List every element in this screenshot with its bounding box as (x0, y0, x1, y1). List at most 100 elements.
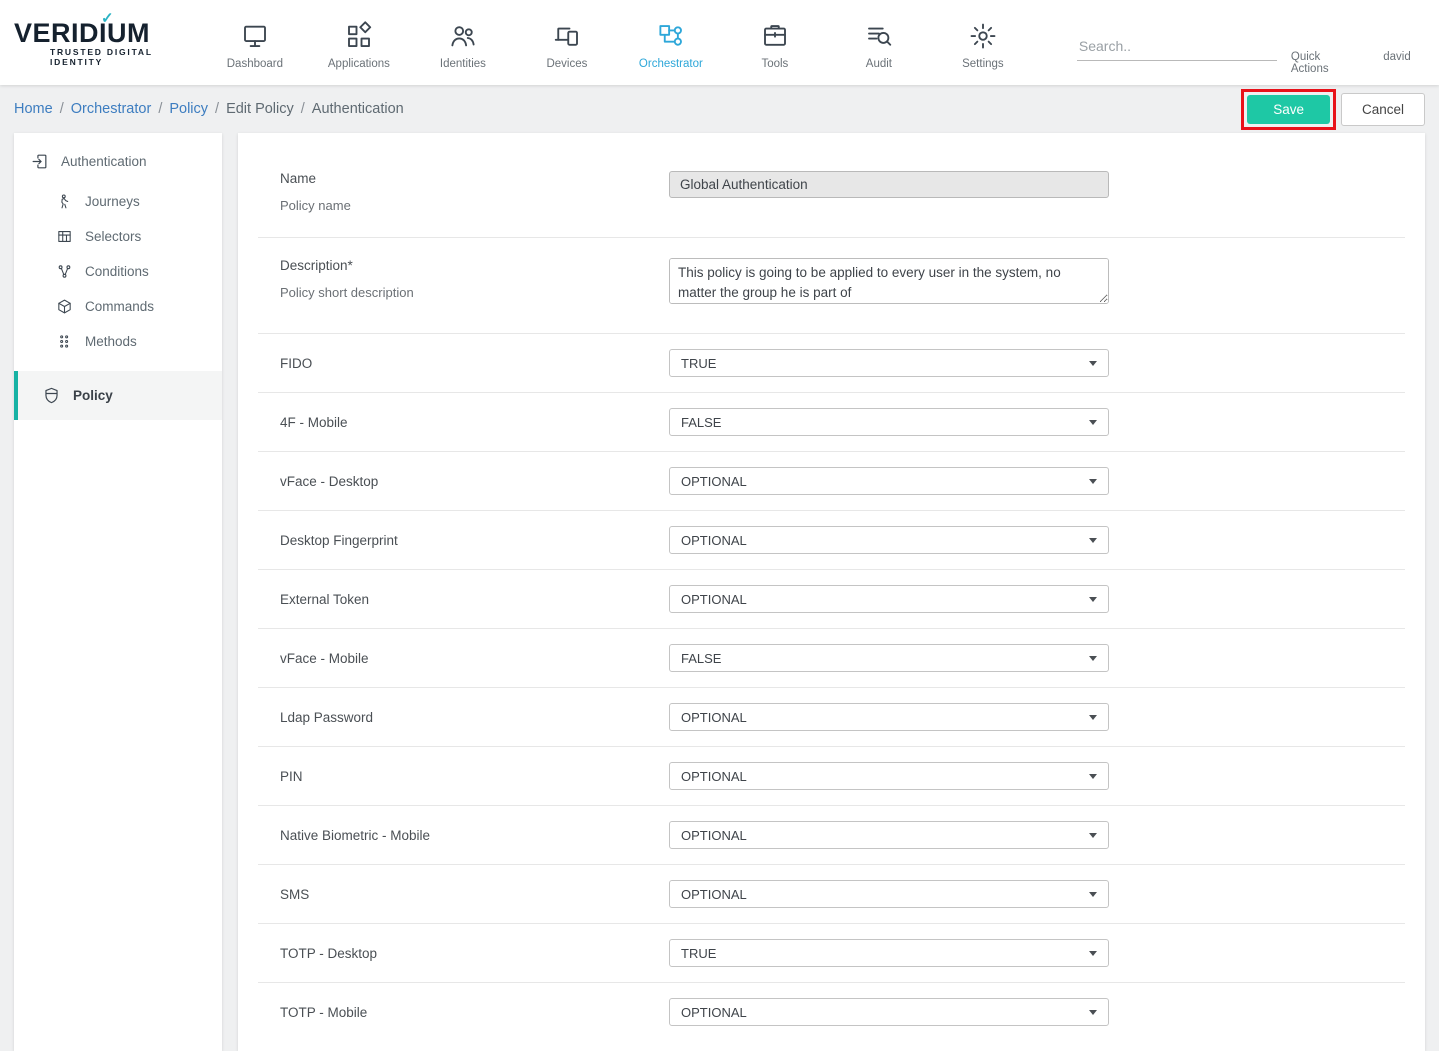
ldap-password-select[interactable]: OPTIONAL (669, 703, 1109, 731)
search-box (1047, 24, 1277, 61)
nav-item-settings[interactable]: Settings (931, 15, 1035, 70)
field-label: TOTP - Desktop (280, 946, 669, 961)
fido-select[interactable]: TRUE (669, 349, 1109, 377)
chevron-down-icon (1089, 774, 1097, 779)
sidebar-item-authentication[interactable]: Authentication (14, 139, 222, 184)
breadcrumb-item-home[interactable]: Home (14, 101, 53, 117)
breadcrumb-item-edit-policy: Edit Policy (226, 101, 294, 117)
field-labels: SMS (258, 887, 669, 902)
top-bar: VERIDIUM ✓ TRUSTED DIGITAL IDENTITY Dash… (0, 0, 1439, 85)
nav-item-identities[interactable]: Identities (411, 15, 515, 70)
selectors-icon (56, 228, 73, 245)
description-textarea[interactable] (669, 258, 1109, 304)
save-button[interactable]: Save (1247, 95, 1330, 124)
field-control: OPTIONAL (669, 998, 1109, 1026)
form-row-totp-mobile: TOTP - Mobile OPTIONAL (258, 983, 1405, 1041)
sidebar-item-label: Selectors (85, 229, 141, 244)
form-row-external-token: External Token OPTIONAL (258, 570, 1405, 629)
field-labels: vFace - Desktop (258, 474, 669, 489)
sidebar-item-conditions[interactable]: Conditions (14, 254, 222, 289)
breadcrumb-item-authentication: Authentication (312, 101, 404, 117)
field-labels: TOTP - Desktop (258, 946, 669, 961)
field-label: Name (280, 171, 669, 186)
quick-actions-button[interactable]: Quick Actions (1277, 10, 1369, 75)
orchestrator-icon (656, 21, 686, 51)
field-label: TOTP - Mobile (280, 1005, 669, 1020)
nav-item-dashboard[interactable]: Dashboard (203, 15, 307, 70)
select-value: OPTIONAL (681, 1005, 747, 1020)
search-input[interactable] (1077, 32, 1277, 61)
breadcrumb-separator: / (215, 101, 219, 117)
dashboard-icon (240, 21, 270, 51)
native-biometric-mobile-select[interactable]: OPTIONAL (669, 821, 1109, 849)
vface-mobile-select[interactable]: FALSE (669, 644, 1109, 672)
methods-icon (56, 333, 73, 350)
nav-label: Dashboard (227, 58, 283, 70)
field-control: OPTIONAL (669, 703, 1109, 731)
chevron-down-icon (1089, 715, 1097, 720)
4f-mobile-select[interactable]: FALSE (669, 408, 1109, 436)
commands-icon (56, 298, 73, 315)
field-control: OPTIONAL (669, 585, 1109, 613)
totp-desktop-select[interactable]: TRUE (669, 939, 1109, 967)
logo-check-icon: ✓ (101, 9, 114, 27)
policy-icon (42, 386, 61, 405)
field-label: vFace - Mobile (280, 651, 669, 666)
brand-logo[interactable]: VERIDIUM ✓ TRUSTED DIGITAL IDENTITY (14, 18, 203, 67)
field-control (669, 171, 1109, 198)
breadcrumb-item-policy[interactable]: Policy (169, 101, 208, 117)
field-label: External Token (280, 592, 669, 607)
vface-desktop-select[interactable]: OPTIONAL (669, 467, 1109, 495)
form-rows: Name Policy name Description*Policy short … (258, 151, 1405, 1041)
pin-select[interactable]: OPTIONAL (669, 762, 1109, 790)
nav-item-tools[interactable]: Tools (723, 15, 827, 70)
sidebar-item-commands[interactable]: Commands (14, 289, 222, 324)
nav-item-orchestrator[interactable]: Orchestrator (619, 15, 723, 70)
field-control: OPTIONAL (669, 821, 1109, 849)
sidebar-item-selectors[interactable]: Selectors (14, 219, 222, 254)
cancel-button[interactable]: Cancel (1341, 93, 1425, 126)
field-labels: Description*Policy short description (258, 258, 669, 300)
nav-label: Audit (866, 58, 892, 70)
sidebar-item-label: Methods (85, 334, 137, 349)
field-sublabel: Policy name (280, 198, 669, 213)
chevron-down-icon (1089, 479, 1097, 484)
field-control: OPTIONAL (669, 467, 1109, 495)
sidebar-item-policy[interactable]: Policy (14, 371, 222, 420)
breadcrumb-item-orchestrator[interactable]: Orchestrator (71, 101, 152, 117)
settings-icon (968, 21, 998, 51)
nav-item-devices[interactable]: Devices (515, 15, 619, 70)
field-labels: 4F - Mobile (258, 415, 669, 430)
sidebar-item-methods[interactable]: Methods (14, 324, 222, 359)
desktop-fingerprint-select[interactable]: OPTIONAL (669, 526, 1109, 554)
form-row-ldap-password: Ldap PasswordOPTIONAL (258, 688, 1405, 747)
select-value: OPTIONAL (681, 592, 747, 607)
sidebar-item-label: Authentication (61, 154, 147, 169)
sms-select[interactable]: OPTIONAL (669, 880, 1109, 908)
select-value: TRUE (681, 356, 716, 371)
user-menu[interactable]: david (1369, 10, 1425, 75)
sidebar-item-journeys[interactable]: Journeys (14, 184, 222, 219)
nav-item-audit[interactable]: Audit (827, 15, 931, 70)
field-control: OPTIONAL (669, 880, 1109, 908)
nav-item-applications[interactable]: Applications (307, 15, 411, 70)
field-labels: FIDO (258, 356, 669, 371)
field-control: TRUE (669, 939, 1109, 967)
field-label: Native Biometric - Mobile (280, 828, 669, 843)
totp-mobile-select[interactable]: OPTIONAL (669, 998, 1109, 1026)
form-row-4f-mobile: 4F - MobileFALSE (258, 393, 1405, 452)
external-token-select[interactable]: OPTIONAL (669, 585, 1109, 613)
sidebar-item-label: Journeys (85, 194, 140, 209)
sidebar-item-label: Conditions (85, 264, 149, 279)
field-labels: Name Policy name (258, 171, 669, 213)
breadcrumb-separator: / (301, 101, 305, 117)
field-control: TRUE (669, 349, 1109, 377)
form-row-pin: PINOPTIONAL (258, 747, 1405, 806)
quick-actions-label: Quick Actions (1291, 51, 1355, 75)
form-row-fido: FIDO TRUE (258, 334, 1405, 393)
brand-tagline: TRUSTED DIGITAL IDENTITY (14, 47, 203, 67)
conditions-icon (56, 263, 73, 280)
sidebar: Authentication Journeys Selectors Condition… (14, 133, 222, 1051)
name-input[interactable] (669, 171, 1109, 198)
field-labels: Desktop Fingerprint (258, 533, 669, 548)
